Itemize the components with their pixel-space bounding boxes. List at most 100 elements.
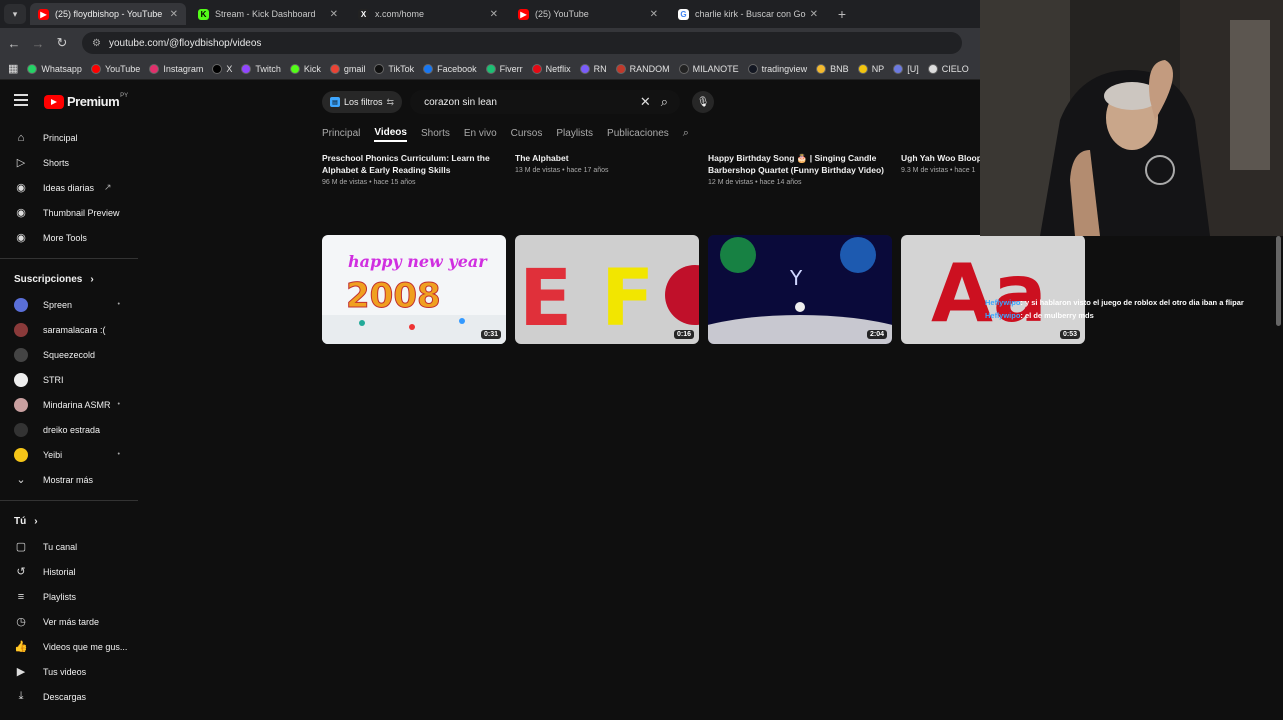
sidebar-subscription[interactable]: STRI [0,367,140,392]
sidebar-item-tus-videos[interactable]: ▶ Tus videos [0,659,140,684]
video-card[interactable]: happy new year 2008 0:31 Happy New Year 200… [322,235,506,363]
clear-search-icon[interactable]: ✕ [640,94,651,110]
tab-search-icon[interactable]: ▾ [4,4,26,24]
sidebar-item-historial[interactable]: ↺ Historial [0,559,140,584]
sidebar-subscription[interactable]: Mindarina ASMR • [0,392,140,417]
video-title[interactable]: The Animal Alphabet [322,514,506,526]
tab-videos[interactable]: Videos [374,124,407,142]
site-info-icon[interactable]: ⚙ [92,38,101,49]
tab-publicaciones[interactable]: Publicaciones [607,124,669,142]
tab-cursos[interactable]: Cursos [511,124,543,142]
video-title[interactable]: Happy New Year 2008 [322,351,506,363]
bookmark-item[interactable]: BNB [816,63,849,74]
video-card[interactable]: 3:01 Counting Cuckoo 1.1 M de vistas • hac… [901,398,1085,536]
video-thumbnail[interactable]: 10 0:20 [515,561,699,670]
video-title[interactable]: 1,2,3,4,5,6,7,8,9,10! [322,677,506,689]
browser-tab[interactable]: ▶ (25) floydbishop - YouTube ✕ [30,3,186,25]
sidebar-subscription[interactable]: Spreen • [0,292,140,317]
video-card[interactable]: 9 0:11 1,2,3,4,5,6,7,8,9,10! 1 M de vistas … [322,561,506,699]
search-icon[interactable]: ⌕ [661,94,668,110]
sidebar-item-playlists[interactable]: ≡ Playlists [0,584,140,609]
bookmark-item[interactable]: RANDOM [615,63,670,74]
browser-tab[interactable]: Xx.com/home ✕ [350,3,506,25]
browser-tab[interactable]: ▶ (25) YouTube ✕ [510,3,666,25]
bookmark-item[interactable]: Twitch [241,63,281,74]
tab-principal[interactable]: Principal [322,124,360,142]
video-card[interactable]: Y 2:04 Endless Runner: Alphabet Planet 2.6 … [708,235,892,363]
video-thumbnail[interactable]: happy new year 2008 0:31 [322,235,506,344]
bookmark-item[interactable]: YouTube [90,63,140,74]
video-title[interactable]: The Happy Pumpkin [901,677,1085,689]
bookmark-item[interactable]: X [212,63,232,74]
bookmark-item[interactable]: CIELO [927,63,969,74]
sidebar-item-principal[interactable]: ⌂ Principal [0,125,140,150]
sidebar-subscription[interactable]: dreiko estrada [0,417,140,442]
tab-close-icon[interactable]: ✕ [170,9,178,20]
video-thumbnail[interactable]: Y 2:04 [708,235,892,344]
url-field[interactable]: ⚙ youtube.com/@floydbishop/videos [82,32,962,54]
video-card[interactable]: E F 0:16 Fast Alphabet 2.8 M de vistas • hac… [515,235,699,363]
sidebar-item-ideas-diarias[interactable]: ◉ Ideas diarias ↗ [0,175,140,200]
video-thumbnail[interactable]: 3:01 [901,398,1085,507]
video-title[interactable]: The Alphabet [515,152,699,164]
video-title[interactable]: Fast Alphabet [515,351,699,363]
tab-close-icon[interactable]: ✕ [330,9,338,20]
tab-close-icon[interactable]: ✕ [490,9,498,20]
sidebar-item-videos-que-me-gus-[interactable]: 👍 Videos que me gus... [0,634,140,659]
show-more-button[interactable]: ⌄ Mostrar más [0,467,140,492]
video-title[interactable]: Endless Runner: Alphabet Planet [708,351,892,363]
search-input[interactable]: corazon sin lean ✕ ⌕ [410,90,681,114]
video-title[interactable]: Upper and lower case alphabet [901,351,1085,363]
video-thumbnail[interactable]: 0:19 [901,561,1085,670]
bookmark-item[interactable]: Whatsapp [27,63,82,74]
video-title[interactable]: 67 [515,514,699,526]
bookmark-item[interactable]: TikTok [374,63,414,74]
video-thumbnail[interactable]: Aa 0:53 [901,235,1085,344]
apps-grid-icon[interactable]: ▦ [8,62,18,75]
sidebar-subscription[interactable]: Squeezecold [0,342,140,367]
video-card[interactable]: 1:30 67 1.2 M de vistas • hace 18 años [515,398,699,536]
sidebar-item-tu-canal[interactable]: ▢ Tu canal [0,534,140,559]
video-thumbnail[interactable]: D 2:04 [322,398,506,507]
video-thumbnail[interactable]: BIRTHDAY0:19 [708,123,892,145]
video-card[interactable]: 0:19 The Happy Pumpkin 900 k vistas • hace… [901,561,1085,699]
youtube-logo[interactable]: Premium PY [44,93,128,109]
menu-icon[interactable] [14,94,28,106]
video-thumbnail[interactable]: 10 0:17 [708,398,892,507]
you-header[interactable]: Tú › [0,509,140,534]
forward-icon[interactable]: → [28,36,48,51]
sidebar-item-shorts[interactable]: ▷ Shorts [0,150,140,175]
video-title[interactable]: Counting Cuckoo [901,514,1085,526]
bookmark-item[interactable]: RN [579,63,607,74]
sidebar-subscription[interactable]: saramalacara :( [0,317,140,342]
video-thumbnail[interactable]: E F 0:16 [515,235,699,344]
channel-search-icon[interactable]: ⌕ [683,124,689,142]
page-scrollbar[interactable] [1276,236,1281,326]
tab-close-icon[interactable]: ✕ [650,9,658,20]
video-title[interactable]: Counting to Ten [708,514,892,526]
video-title[interactable]: Happy Birthday Song 🎂 | Singing Candle B… [708,152,892,176]
video-card[interactable]: 10 0:20 Count To Ten 1 M de vistas • hace 9… [515,561,699,699]
sidebar-item-descargas[interactable]: ⤓ Descargas [0,684,140,709]
video-title[interactable]: Count To Ten [515,677,699,689]
video-title[interactable]: Preschool Phonics Curriculum: Learn the … [322,152,506,176]
bookmark-item[interactable]: Facebook [423,63,477,74]
bookmark-item[interactable]: Instagram [149,63,203,74]
video-card[interactable]: V 0:27 Learn the ABCs! English Alphabet fo… [708,561,892,711]
video-card[interactable]: D 2:04 The Animal Alphabet 1.9 M de vistas … [322,398,506,536]
video-title[interactable]: Learn the ABCs! English Alphabet for Kid… [708,677,892,701]
bookmark-item[interactable]: [U] [893,63,919,74]
bookmark-item[interactable]: NP [857,63,884,74]
sidebar-item-ver-m-s-tarde[interactable]: ◷ Ver más tarde [0,609,140,634]
tab-playlists[interactable]: Playlists [556,124,593,142]
video-thumbnail[interactable]: 9 0:11 [322,561,506,670]
tab-shorts[interactable]: Shorts [421,124,450,142]
bookmark-item[interactable]: gmail [329,63,365,74]
sidebar-subscription[interactable]: Yeibi • [0,442,140,467]
tab-close-icon[interactable]: ✕ [810,9,818,20]
back-icon[interactable]: ← [4,36,24,51]
video-thumbnail[interactable]: 1:30 [515,398,699,507]
video-thumbnail[interactable]: V 0:27 [708,561,892,670]
bookmark-item[interactable]: MILANOTE [678,63,739,74]
mic-icon[interactable]: 🎙 [692,91,715,113]
